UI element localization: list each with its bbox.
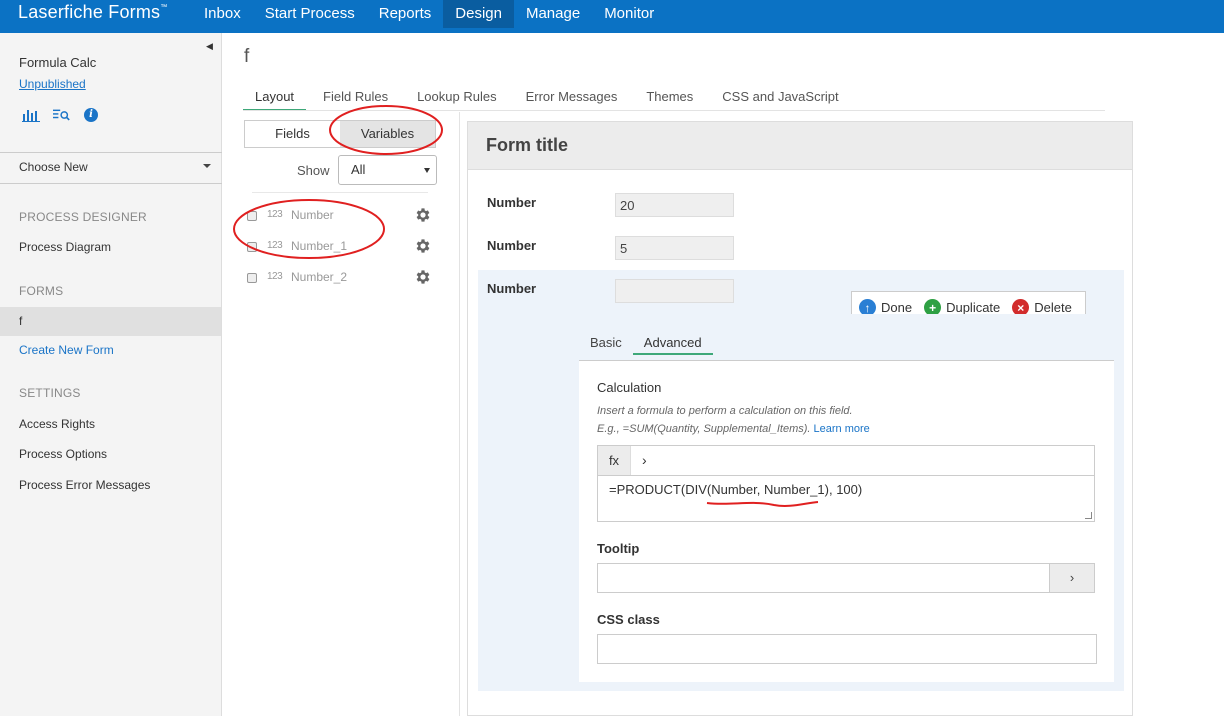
css-class-label: CSS class	[597, 612, 660, 627]
fields-variables-toggle: Fields Variables	[244, 120, 436, 148]
gear-icon[interactable]	[414, 237, 432, 255]
divider	[243, 110, 1105, 111]
delete-label: Delete	[1034, 300, 1072, 315]
help-example: E.g., =SUM(Quantity, Supplemental_Items)…	[597, 423, 811, 435]
forms-heading: FORMS	[19, 284, 64, 298]
form-canvas: Form title Number 20 Number 5 Number ↑ D…	[467, 121, 1133, 716]
fx-button[interactable]: fx	[598, 446, 631, 475]
variables-button[interactable]: Variables	[340, 121, 435, 147]
resize-handle-icon[interactable]	[1085, 512, 1092, 519]
tab-layout[interactable]: Layout	[243, 86, 307, 111]
duplicate-label: Duplicate	[946, 300, 1001, 315]
number-field-2[interactable]	[615, 279, 734, 303]
editor-tabs: Basic Advanced	[579, 331, 713, 355]
tab-error-messages[interactable]: Error Messages	[514, 86, 630, 111]
css-class-input[interactable]	[597, 634, 1097, 664]
tab-basic[interactable]: Basic	[579, 331, 633, 355]
caret-down-icon	[424, 168, 430, 173]
nav-monitor[interactable]: Monitor	[592, 0, 666, 28]
chevron-right-icon[interactable]: ›	[642, 452, 647, 468]
list-item[interactable]: 123 Number_2	[247, 270, 437, 290]
tab-themes[interactable]: Themes	[634, 86, 705, 111]
collapse-sidebar-icon[interactable]: ◀	[206, 41, 213, 52]
variable-name: Number	[291, 208, 334, 222]
info-icon[interactable]: i	[84, 108, 98, 122]
divider	[459, 112, 460, 716]
nav-manage[interactable]: Manage	[514, 0, 592, 28]
number-type-icon: 123	[267, 240, 283, 251]
number-field-1[interactable]: 5	[615, 236, 734, 260]
calculation-help: Insert a formula to perform a calculatio…	[597, 402, 870, 438]
tooltip-input[interactable]: ›	[597, 563, 1095, 593]
show-filter-select[interactable]: All	[338, 155, 437, 185]
gear-icon[interactable]	[414, 206, 432, 224]
sidebar-tools: i	[22, 107, 98, 123]
nav-start-process[interactable]: Start Process	[253, 0, 367, 28]
sidebar-item-form-f[interactable]: f	[0, 307, 221, 336]
process-designer-heading: PROCESS DESIGNER	[19, 210, 147, 224]
formula-text: =PRODUCT(DIV(Number, Number_1), 100)	[609, 482, 863, 497]
calculation-heading: Calculation	[597, 380, 662, 395]
field-editor: Basic Advanced Calculation Insert a form…	[569, 314, 1124, 691]
bar-chart-icon[interactable]	[22, 107, 40, 123]
formula-toolbar: fx ›	[597, 445, 1095, 476]
variable-checkbox[interactable]	[247, 211, 257, 221]
caret-down-icon[interactable]	[203, 164, 211, 168]
page-title: f	[244, 46, 250, 67]
number-type-icon: 123	[267, 271, 283, 282]
field-label: Number	[487, 238, 537, 253]
field-label: Number	[487, 195, 537, 210]
create-new-form-link[interactable]: Create New Form	[19, 343, 114, 357]
variable-name: Number_2	[291, 270, 348, 284]
sidebar-item-access-rights[interactable]: Access Rights	[19, 417, 95, 431]
top-bar: Laserfiche Forms™ Inbox Start Process Re…	[0, 0, 1224, 33]
help-text: Insert a formula to perform a calculatio…	[597, 405, 853, 417]
advanced-panel: Calculation Insert a formula to perform …	[579, 361, 1114, 682]
brand-logo[interactable]: Laserfiche Forms™	[18, 2, 167, 23]
tab-advanced[interactable]: Advanced	[632, 331, 713, 355]
list-item[interactable]: 123 Number	[247, 208, 437, 228]
nav-design[interactable]: Design	[443, 0, 514, 28]
fields-button[interactable]: Fields	[245, 121, 340, 147]
learn-more-link[interactable]: Learn more	[814, 423, 870, 435]
show-label: Show	[297, 163, 330, 178]
publish-status-link[interactable]: Unpublished	[19, 77, 86, 91]
sidebar-item-label: f	[19, 314, 23, 328]
done-label: Done	[881, 300, 913, 315]
main-nav: Inbox Start Process Reports Design Manag…	[192, 0, 666, 28]
designer-tabs: Layout Field Rules Lookup Rules Error Me…	[243, 86, 856, 111]
divider	[252, 192, 428, 193]
choose-new-dropdown[interactable]: Choose New	[19, 160, 88, 174]
sidebar-item-process-error-messages[interactable]: Process Error Messages	[19, 478, 150, 492]
formula-input[interactable]: =PRODUCT(DIV(Number, Number_1), 100)	[597, 476, 1095, 522]
divider	[0, 152, 222, 153]
divider	[0, 183, 222, 184]
tooltip-label: Tooltip	[597, 541, 640, 556]
settings-heading: SETTINGS	[19, 386, 81, 400]
number-field[interactable]: 20	[615, 193, 734, 217]
variable-name: Number_1	[291, 239, 348, 253]
show-filter-value: All	[351, 162, 366, 177]
process-name: Formula Calc	[19, 55, 97, 70]
variable-checkbox[interactable]	[247, 242, 257, 252]
gear-icon[interactable]	[414, 268, 432, 286]
search-list-icon[interactable]	[53, 107, 71, 123]
sidebar: ◀ Formula Calc Unpublished i Choose New …	[0, 33, 222, 716]
form-header[interactable]: Form title	[468, 122, 1132, 170]
nav-reports[interactable]: Reports	[367, 0, 444, 28]
list-item[interactable]: 123 Number_1	[247, 239, 437, 259]
variable-checkbox[interactable]	[247, 273, 257, 283]
number-type-icon: 123	[267, 209, 283, 220]
tab-field-rules[interactable]: Field Rules	[311, 86, 400, 111]
tab-lookup-rules[interactable]: Lookup Rules	[405, 86, 509, 111]
nav-inbox[interactable]: Inbox	[192, 0, 253, 28]
tab-css-javascript[interactable]: CSS and JavaScript	[710, 86, 850, 111]
chevron-right-icon[interactable]: ›	[1049, 564, 1094, 592]
sidebar-item-process-diagram[interactable]: Process Diagram	[19, 240, 111, 254]
field-label: Number	[487, 281, 537, 296]
form-title: Form title	[486, 135, 569, 155]
sidebar-item-process-options[interactable]: Process Options	[19, 447, 107, 461]
